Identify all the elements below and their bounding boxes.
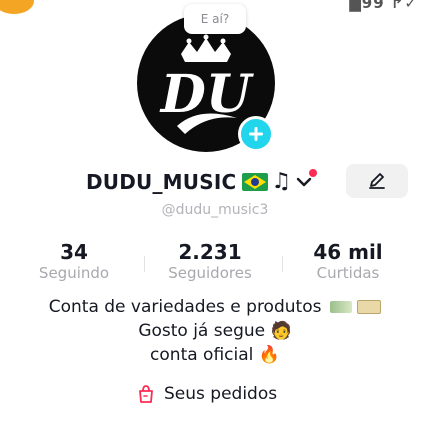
card-emoji-icon bbox=[357, 300, 382, 314]
edit-pencil-icon bbox=[369, 173, 385, 189]
brazil-flag-icon bbox=[242, 173, 269, 191]
verified-chevron-icon[interactable] bbox=[293, 169, 318, 193]
following-count[interactable]: 34 bbox=[24, 240, 124, 264]
edit-profile-button[interactable] bbox=[346, 164, 408, 198]
shopping-bag-icon bbox=[139, 385, 153, 403]
profile-handle: @dudu_music3 bbox=[161, 202, 269, 218]
notification-dot bbox=[309, 169, 318, 177]
add-photo-button[interactable] bbox=[238, 116, 274, 152]
notification-badge[interactable] bbox=[0, 0, 34, 14]
following-label[interactable]: Seguindo bbox=[24, 264, 124, 282]
fire-emoji-icon: 🔥 bbox=[258, 345, 280, 365]
username: DUDU_MUSIC bbox=[86, 170, 237, 194]
followers-label[interactable]: Seguidores bbox=[150, 264, 270, 282]
likes-label: Curtidas bbox=[316, 264, 380, 282]
likes-count: 46 mil bbox=[313, 240, 383, 264]
top-right-status-icons: ▆99 ↱✓ bbox=[349, 0, 418, 12]
username-row[interactable]: DUDU_MUSIC ♫ bbox=[86, 166, 318, 198]
note-bubble[interactable]: E aí? bbox=[184, 4, 246, 34]
bio-line-2-text: Gosto já segue bbox=[138, 321, 266, 341]
music-note-icon: ♫ bbox=[271, 169, 292, 194]
bio-line-1: Conta de variedades e produtos bbox=[0, 297, 430, 317]
bio-line-2: Gosto já segue 🧑 bbox=[0, 321, 430, 341]
bio-line-1-text: Conta de variedades e produtos bbox=[48, 297, 322, 317]
followers-count[interactable]: 2.231 bbox=[150, 240, 270, 264]
plus-icon bbox=[249, 127, 263, 141]
stat-divider bbox=[144, 256, 145, 272]
note-bubble-text: E aí? bbox=[200, 12, 230, 26]
person-emoji-icon: 🧑 bbox=[270, 321, 292, 341]
money-emoji-icon bbox=[329, 301, 352, 313]
stat-divider bbox=[282, 256, 283, 272]
bio-line-3: conta oficial 🔥 bbox=[0, 345, 430, 365]
orders-link[interactable]: Seus pedidos bbox=[136, 384, 277, 404]
orders-label: Seus pedidos bbox=[164, 384, 278, 404]
bio-line-3-text: conta oficial bbox=[150, 345, 254, 365]
